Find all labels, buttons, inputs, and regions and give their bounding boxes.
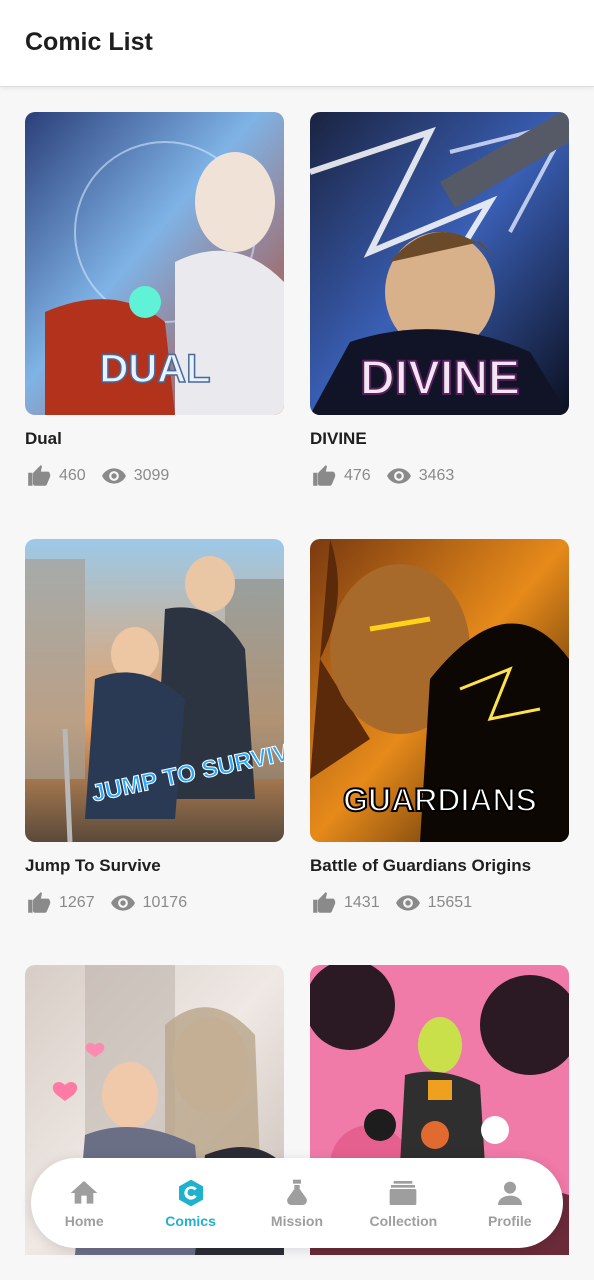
like-count: 476	[344, 467, 371, 484]
comic-stats: 1267 10176	[25, 890, 284, 916]
bottom-navigation: Home Comics Mission Collection Profile	[31, 1158, 563, 1248]
comic-card[interactable]: DUAL Dual 460 3099	[25, 112, 284, 489]
view-count: 15651	[427, 894, 473, 911]
nav-item-mission[interactable]: Mission	[247, 1177, 347, 1229]
comic-cover[interactable]: JUMP TO SURVIVE	[25, 539, 284, 842]
mission-icon	[287, 1179, 307, 1205]
nav-label: Comics	[165, 1213, 216, 1229]
thumbs-up-icon	[25, 463, 53, 489]
collection-icon	[390, 1181, 417, 1205]
comic-cover[interactable]: DIVINE	[310, 112, 569, 415]
nav-label: Mission	[270, 1213, 324, 1229]
nav-item-home[interactable]: Home	[34, 1177, 134, 1229]
comic-title: Jump To Survive	[25, 856, 161, 875]
nav-label: Home	[64, 1213, 104, 1229]
comic-title: Dual	[25, 429, 62, 448]
comic-title: Battle of Guardians Origins	[310, 856, 532, 875]
comic-stats: 476 3463	[310, 463, 569, 489]
comic-card[interactable]: GUARDIANS Battle of Guardians Origins 14…	[310, 539, 569, 916]
comic-grid: DUAL Dual 460 3099 DIVINE DIVINE 476 346…	[0, 0, 594, 1280]
eye-icon	[109, 890, 137, 916]
nav-label: Collection	[369, 1213, 438, 1229]
view-count: 10176	[142, 894, 188, 911]
thumbs-up-icon	[25, 890, 53, 916]
comic-cover[interactable]: DUAL	[25, 112, 284, 415]
cover-logo-text: DIVINE	[360, 352, 520, 405]
comic-stats: 1431 15651	[310, 890, 569, 916]
nav-item-profile[interactable]: Profile	[460, 1177, 560, 1229]
comics-icon	[178, 1179, 203, 1207]
cover-logo-text: GUARDIANS	[343, 782, 537, 818]
eye-icon	[385, 463, 413, 489]
view-count: 3463	[418, 467, 455, 484]
cover-logo-text: DUAL	[99, 347, 210, 391]
like-count: 1267	[59, 894, 95, 911]
view-count: 3099	[133, 467, 170, 484]
comic-title: DIVINE	[310, 429, 367, 448]
comic-cover[interactable]: GUARDIANS	[310, 539, 569, 842]
thumbs-up-icon	[310, 890, 338, 916]
nav-item-collection[interactable]: Collection	[353, 1177, 453, 1229]
nav-label: Profile	[487, 1213, 532, 1229]
thumbs-up-icon	[310, 463, 338, 489]
comic-stats: 460 3099	[25, 463, 284, 489]
eye-icon	[394, 890, 422, 916]
eye-icon	[100, 463, 128, 489]
like-count: 460	[59, 467, 86, 484]
home-icon	[70, 1181, 98, 1204]
profile-icon	[497, 1181, 522, 1205]
nav-item-comics[interactable]: Comics	[141, 1177, 241, 1229]
comic-card[interactable]: DIVINE DIVINE 476 3463	[310, 112, 569, 489]
comic-card[interactable]: JUMP TO SURVIVE Jump To Survive 1267 101…	[25, 539, 284, 916]
like-count: 1431	[344, 894, 380, 911]
